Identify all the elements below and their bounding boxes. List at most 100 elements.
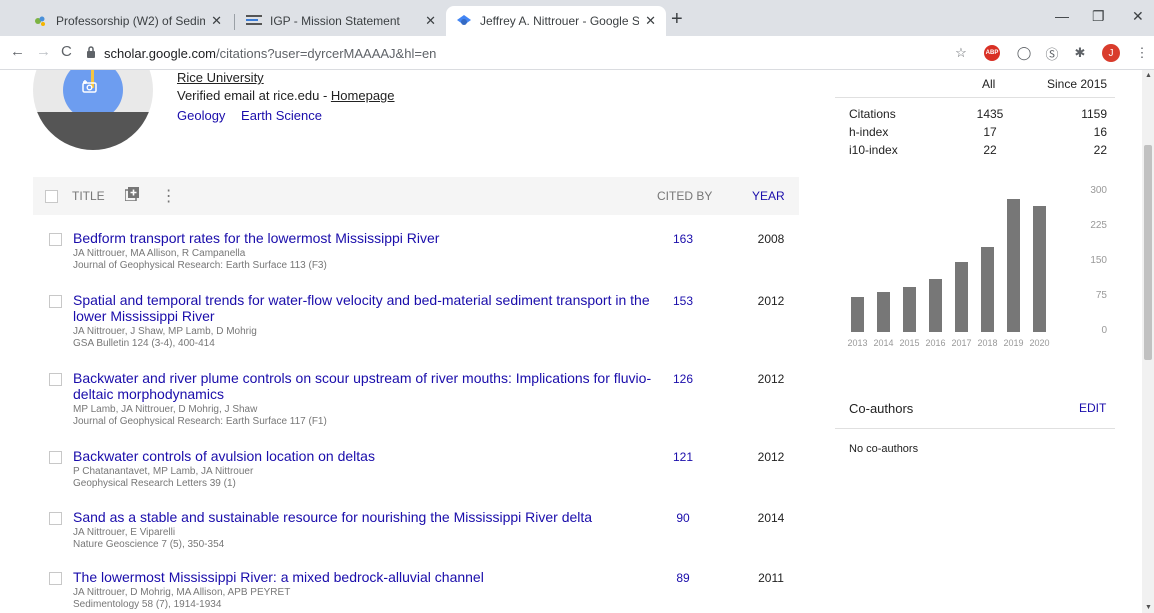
chart-bar-2016[interactable] (929, 279, 942, 332)
article-title-link[interactable]: Spatial and temporal trends for water-fl… (73, 292, 653, 324)
restore-icon[interactable]: ❐ (1092, 8, 1105, 25)
stat-all: 17 (983, 125, 997, 139)
close-tab-icon[interactable]: ✕ (645, 13, 656, 29)
select-all-checkbox[interactable] (45, 189, 58, 203)
chart-bar-2015[interactable] (903, 287, 916, 332)
new-tab-icon[interactable]: + (671, 9, 683, 29)
article-authors: MP Lamb, JA Nittrouer, D Mohrig, J Shaw (73, 404, 258, 415)
article-title-link[interactable]: Backwater controls of avulsion location … (73, 448, 653, 464)
cited-by-column-header[interactable]: CITED BY (657, 189, 712, 203)
extension-s-icon[interactable]: Ⓢ (1044, 45, 1060, 62)
article-year: 2014 (757, 511, 785, 525)
interest-link[interactable]: Geology (177, 108, 225, 123)
browser-toolbar: ← → C scholar.google.com/citations?user=… (0, 36, 1154, 70)
address-bar[interactable]: scholar.google.com/citations?user=dyrcer… (86, 40, 976, 66)
reload-icon[interactable]: C (61, 44, 72, 60)
citations-per-year-chart: 2013 2014 2015 2016 2017 2018 2019 2020 300 225 15… (835, 180, 1115, 360)
article-authors: JA Nittrouer, D Mohrig, MA Allison, APB … (73, 587, 291, 598)
article-authors: P Chatanantavet, MP Lamb, JA Nittrouer (73, 466, 254, 477)
scholar-favicon-icon (456, 13, 472, 29)
article-checkbox[interactable] (49, 373, 62, 386)
article-title-link[interactable]: Backwater and river plume controls on sc… (73, 370, 653, 402)
article-venue: GSA Bulletin 124 (3-4), 400-414 (73, 338, 215, 349)
extensions-puzzle-icon[interactable]: ✱ (1072, 45, 1088, 61)
homepage-link[interactable]: Homepage (331, 88, 395, 103)
scrollbar-thumb[interactable] (1144, 145, 1152, 360)
chart-bar-2020[interactable] (1033, 206, 1046, 332)
chart-y-tick: 75 (1095, 290, 1107, 301)
chart-bar-2017[interactable] (955, 262, 968, 332)
article-checkbox[interactable] (49, 233, 62, 246)
lock-icon (86, 45, 96, 61)
adblock-plus-icon[interactable]: ABP (984, 45, 1000, 61)
scroll-up-arrow-icon[interactable]: ▲ (1145, 72, 1152, 79)
close-tab-icon[interactable]: ✕ (211, 13, 222, 29)
cited-by-count[interactable]: 89 (653, 571, 713, 585)
article-checkbox[interactable] (49, 572, 62, 585)
stat-label[interactable]: Citations (849, 107, 896, 121)
chart-bar-2018[interactable] (981, 247, 994, 332)
article-venue: Sedimentology 58 (7), 1914-1934 (73, 599, 222, 610)
cited-by-count[interactable]: 90 (653, 511, 713, 525)
stats-divider (835, 97, 1115, 98)
coauthors-edit-button[interactable]: EDIT (1079, 401, 1106, 415)
chart-bar-2019[interactable] (1007, 199, 1020, 332)
stat-label[interactable]: h-index (849, 125, 888, 139)
extension-circle-icon[interactable]: ◯ (1016, 45, 1032, 61)
article-authors: JA Nittrouer, MA Allison, R Campanella (73, 248, 246, 259)
chart-bar-2013[interactable] (851, 297, 864, 332)
forward-icon[interactable]: → (36, 44, 51, 60)
tab-title: Jeffrey A. Nittrouer - Google Scho (480, 14, 640, 28)
all-column-header: All (982, 77, 996, 91)
profile-photo[interactable] (33, 70, 153, 150)
cited-by-count[interactable]: 153 (653, 294, 713, 308)
interest-link[interactable]: Earth Science (241, 108, 322, 123)
tab-separator (234, 14, 235, 30)
scroll-down-arrow-icon[interactable]: ▼ (1145, 604, 1152, 611)
article-venue: Journal of Geophysical Research: Earth S… (73, 416, 327, 427)
affiliation-link[interactable]: Rice University (177, 70, 264, 85)
tab-professorship[interactable]: Professorship (W2) of Sedimento ✕ (22, 6, 232, 36)
article-year: 2012 (757, 450, 785, 464)
close-window-icon[interactable]: ✕ (1132, 8, 1144, 25)
article-year: 2012 (757, 294, 785, 308)
year-column-header[interactable]: YEAR (752, 189, 785, 203)
bookmark-star-icon[interactable]: ☆ (953, 45, 969, 61)
article-title-link[interactable]: Bedform transport rates for the lowermos… (73, 230, 653, 246)
title-column-header[interactable]: TITLE (72, 189, 105, 203)
article-year: 2011 (758, 571, 784, 585)
tab-title: Professorship (W2) of Sedimento (56, 14, 206, 28)
close-tab-icon[interactable]: ✕ (425, 13, 436, 29)
article-title-link[interactable]: The lowermost Mississippi River: a mixed… (73, 569, 653, 585)
chart-y-tick: 300 (1090, 185, 1107, 196)
back-icon[interactable]: ← (10, 44, 25, 60)
add-article-icon[interactable] (123, 186, 139, 206)
tab-igp[interactable]: IGP - Mission Statement ✕ (236, 6, 446, 36)
more-options-icon[interactable]: ⋮ (161, 186, 177, 206)
article-checkbox[interactable] (49, 512, 62, 525)
profile-avatar[interactable]: J (1102, 44, 1120, 62)
article-checkbox[interactable] (49, 451, 62, 464)
article-venue: Journal of Geophysical Research: Earth S… (73, 260, 327, 271)
scholar-page: Rice University Verified email at rice.e… (0, 70, 1142, 613)
stat-label[interactable]: i10-index (849, 143, 898, 157)
tab-strip: Professorship (W2) of Sedimento ✕ IGP - … (0, 0, 1154, 36)
email-text: Verified email at rice.edu - (177, 88, 331, 103)
cited-by-count[interactable]: 126 (653, 372, 713, 386)
stat-all: 1435 (976, 107, 1004, 121)
article-title-link[interactable]: Sand as a stable and sustainable resourc… (73, 509, 653, 525)
cited-by-count[interactable]: 121 (653, 450, 713, 464)
article-year: 2012 (757, 372, 785, 386)
minimize-icon[interactable]: — (1055, 8, 1069, 24)
page-scrollbar[interactable]: ▲ ▼ (1142, 70, 1154, 613)
stat-since: 1159 (1081, 107, 1107, 121)
chart-bar-2014[interactable] (877, 292, 890, 332)
articles-table-header: TITLE ⋮ CITED BY YEAR (33, 177, 799, 215)
chrome-menu-icon[interactable]: ⋮ (1134, 45, 1150, 61)
cited-by-count[interactable]: 163 (653, 232, 713, 246)
article-checkbox[interactable] (49, 295, 62, 308)
add-photo-camera-icon[interactable] (82, 79, 98, 97)
igp-favicon-icon (246, 13, 262, 29)
article-venue: Nature Geoscience 7 (5), 350-354 (73, 539, 225, 550)
tab-scholar[interactable]: Jeffrey A. Nittrouer - Google Scho ✕ (446, 6, 666, 36)
